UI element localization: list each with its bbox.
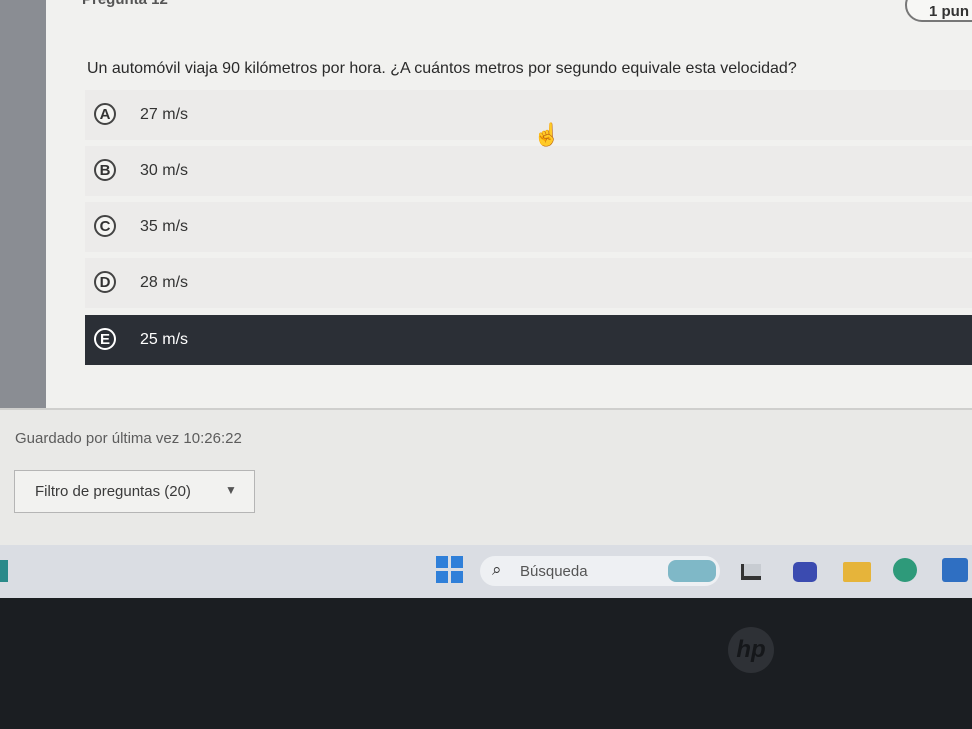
question-text: Un automóvil viaja 90 kilómetros por hor…	[87, 60, 797, 77]
option-e-selected[interactable]: E 25 m/s	[85, 315, 972, 365]
question-title: Pregunta 12	[82, 0, 168, 8]
option-label: 30 m/s	[140, 162, 189, 179]
divider	[0, 408, 972, 410]
search-highlight-icon	[668, 560, 716, 582]
chat-icon[interactable]	[793, 562, 817, 582]
option-label: 27 m/s	[140, 106, 189, 123]
store-icon[interactable]	[942, 558, 968, 582]
option-letter: D	[94, 271, 116, 293]
hp-logo-icon: hp	[728, 627, 774, 673]
option-c[interactable]: C 35 m/s	[85, 202, 972, 252]
option-label: 28 m/s	[140, 274, 189, 291]
saved-status: Guardado por última vez 10:26:22	[15, 430, 242, 447]
points-badge: 1 pun	[905, 0, 972, 22]
screen: Pregunta 12 1 pun Un automóvil viaja 90 …	[0, 0, 972, 598]
edge-icon[interactable]	[893, 558, 917, 582]
option-letter: A	[94, 103, 116, 125]
left-strip	[0, 0, 46, 410]
option-letter: C	[94, 215, 116, 237]
option-d[interactable]: D 28 m/s	[85, 258, 972, 308]
file-explorer-icon[interactable]	[843, 562, 871, 582]
taskbar-search-input[interactable]: ⌕ Búsqueda	[480, 556, 720, 586]
task-view-icon[interactable]	[741, 564, 761, 580]
option-letter: E	[94, 328, 116, 350]
option-label: 35 m/s	[140, 218, 189, 235]
chevron-down-icon: ▼	[225, 483, 237, 497]
taskbar-widget-icon[interactable]	[0, 560, 8, 582]
option-a[interactable]: A 27 m/s	[85, 90, 972, 140]
question-filter-dropdown[interactable]: Filtro de preguntas (20) ▼	[14, 470, 255, 513]
hand-cursor-icon: ☝	[533, 122, 561, 147]
search-icon: ⌕	[492, 560, 502, 579]
start-icon[interactable]	[436, 556, 464, 584]
search-placeholder: Búsqueda	[520, 563, 588, 580]
laptop-bezel	[0, 598, 972, 729]
filter-label: Filtro de preguntas (20)	[35, 483, 191, 500]
option-letter: B	[94, 159, 116, 181]
option-label: 25 m/s	[140, 331, 189, 348]
option-b[interactable]: B 30 m/s	[85, 146, 972, 196]
